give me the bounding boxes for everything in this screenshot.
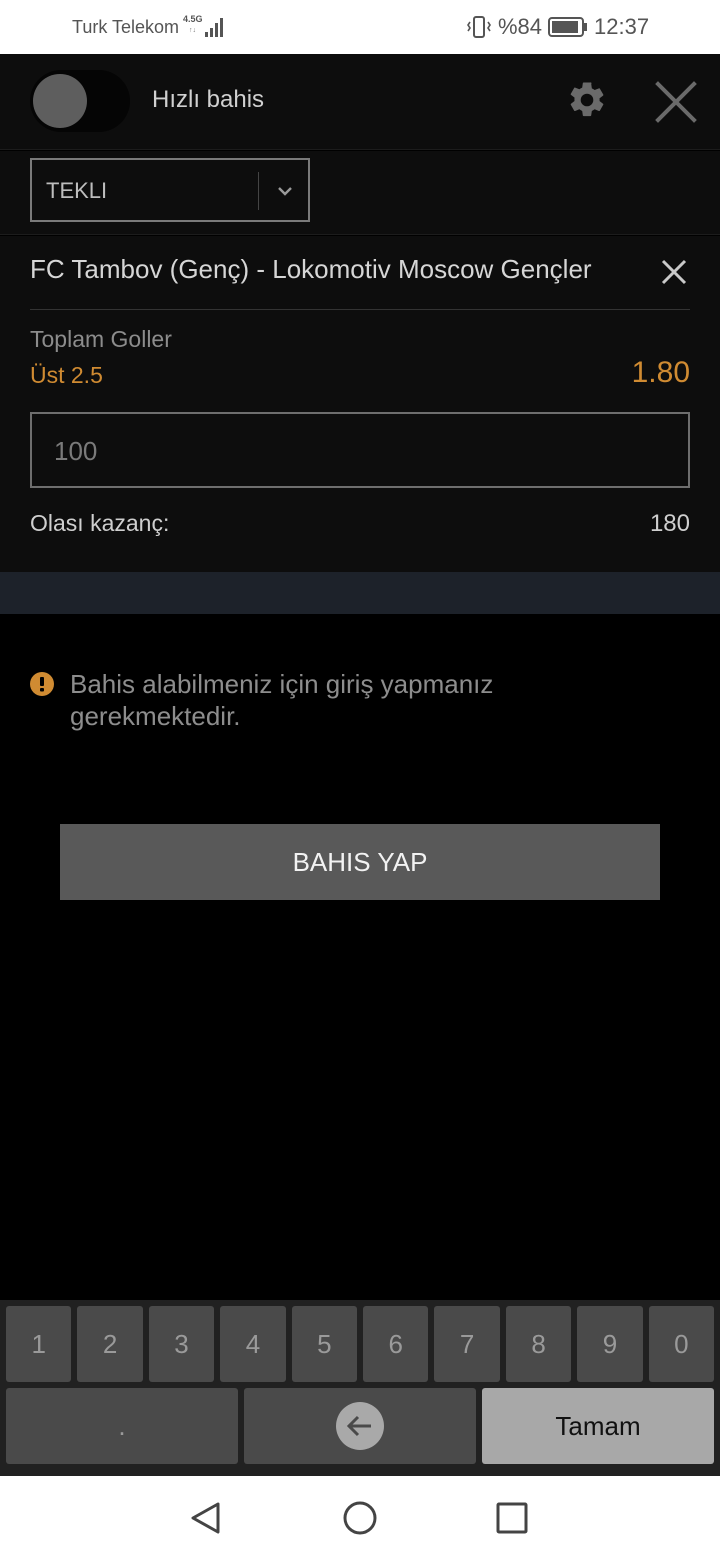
betslip-header: Hızlı bahis	[0, 54, 720, 150]
key-8[interactable]: 8	[505, 1306, 572, 1382]
winnings-label: Olası kazanç:	[30, 510, 170, 536]
backspace-icon	[336, 1402, 384, 1450]
battery-percent: %84	[498, 14, 543, 39]
toggle-knob	[33, 74, 87, 128]
backspace-key[interactable]	[244, 1388, 476, 1464]
status-bar: Turk Telekom 4.5G ↑↓ %84 12:37	[0, 0, 720, 54]
quickbet-toggle[interactable]	[30, 70, 130, 132]
bet-selection-card: FC Tambov (Genç) - Lokomotiv Moscow Genç…	[0, 236, 720, 572]
key-2[interactable]: 2	[77, 1306, 143, 1382]
bet-type-row: TEKLI	[0, 151, 720, 235]
place-bet-button[interactable]: BAHIS YAP	[60, 824, 660, 900]
quickbet-label: Hızlı bahis	[152, 86, 265, 113]
close-icon[interactable]	[654, 80, 698, 124]
key-7[interactable]: 7	[434, 1306, 500, 1382]
warning-icon	[30, 672, 54, 696]
login-warning-text: Bahis alabilmeniz için giriş yapmanız ge…	[70, 669, 494, 731]
match-title: FC Tambov (Genç) - Lokomotiv Moscow Genç…	[30, 254, 592, 284]
key-3[interactable]: 3	[148, 1306, 215, 1382]
card-divider	[30, 309, 690, 310]
network-type: 4.5G	[183, 14, 203, 24]
key-1[interactable]: 1	[6, 1306, 72, 1382]
carrier-name: Turk Telekom	[72, 17, 180, 37]
bet-type-value: TEKLI	[46, 178, 108, 203]
chevron-down-icon	[278, 187, 292, 196]
bet-type-select[interactable]: TEKLI	[30, 158, 310, 222]
nav-recent-icon[interactable]	[496, 1502, 528, 1534]
select-divider	[258, 172, 259, 210]
key-5[interactable]: 5	[291, 1306, 358, 1382]
remove-selection-icon[interactable]	[658, 256, 690, 288]
gear-icon[interactable]	[566, 79, 608, 121]
signal-icon	[205, 18, 223, 37]
separator-band	[0, 572, 720, 614]
clock: 12:37	[594, 14, 650, 39]
selection-name: Üst 2.5	[30, 362, 103, 388]
key-9[interactable]: 9	[577, 1306, 643, 1382]
network-indicator: 4.5G ↑↓	[183, 14, 227, 40]
stake-value: 100	[54, 436, 98, 466]
market-name: Toplam Goller	[30, 326, 172, 352]
key-0[interactable]: 0	[648, 1306, 715, 1382]
done-key[interactable]: Tamam	[482, 1388, 714, 1464]
key-6[interactable]: 6	[363, 1306, 429, 1382]
vibrate-icon	[467, 16, 491, 38]
stake-input[interactable]: 100	[30, 412, 690, 488]
key-decimal[interactable]: .	[6, 1388, 238, 1464]
odds-value: 1.80	[631, 356, 690, 389]
key-4[interactable]: 4	[220, 1306, 286, 1382]
nav-home-icon[interactable]	[342, 1500, 378, 1536]
system-nav-bar	[0, 1476, 720, 1560]
nav-back-icon[interactable]	[188, 1500, 224, 1536]
numeric-keyboard: 1 2 3 4 5 6 7 8 9 0 . Tamam	[0, 1300, 720, 1476]
action-row: . Tamam	[6, 1388, 714, 1464]
winnings-value: 180	[649, 510, 690, 537]
digit-row: 1 2 3 4 5 6 7 8 9 0	[6, 1306, 715, 1382]
data-activity-icon: ↑↓	[189, 27, 196, 34]
battery-icon	[548, 17, 588, 37]
